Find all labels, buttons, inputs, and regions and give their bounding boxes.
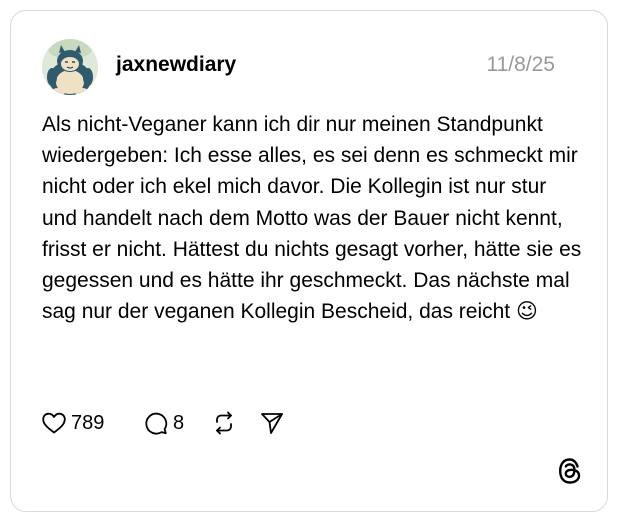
- post-card: jaxnewdiary 11/8/25 Als nicht-Veganer ka…: [10, 10, 608, 512]
- comment-icon: [145, 412, 168, 435]
- snorlax-avatar-icon: [42, 39, 98, 95]
- avatar[interactable]: [42, 39, 98, 95]
- like-button[interactable]: 789: [41, 409, 104, 437]
- send-icon: [261, 413, 283, 434]
- timestamp: 11/8/25: [486, 53, 555, 76]
- heart-icon: [42, 412, 66, 434]
- repost-button[interactable]: [212, 409, 236, 437]
- reply-button[interactable]: 8: [143, 409, 184, 437]
- repost-icon: [216, 411, 232, 435]
- username[interactable]: jaxnewdiary: [116, 53, 236, 77]
- threads-logo-icon[interactable]: [557, 457, 583, 485]
- share-button[interactable]: [259, 409, 285, 437]
- like-count: 789: [71, 411, 105, 434]
- post-body: Als nicht-Veganer kann ich dir nur meine…: [42, 113, 582, 324]
- reply-count: 8: [173, 411, 185, 434]
